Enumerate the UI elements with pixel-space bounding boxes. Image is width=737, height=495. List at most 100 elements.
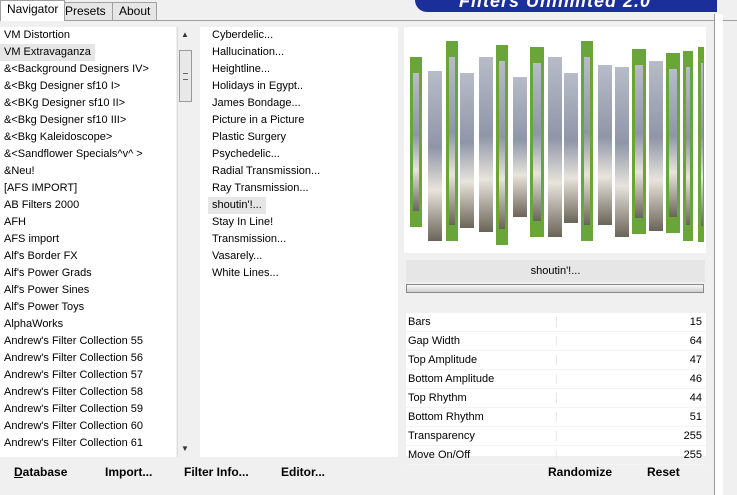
tab-about[interactable]: About [112, 2, 158, 20]
preview-bar [479, 57, 493, 232]
category-item[interactable]: VM Distortion [0, 27, 176, 44]
database-button[interactable]: Database [14, 463, 67, 481]
filter-row: James Bondage... [200, 95, 398, 112]
category-row: &<Bkg Designer sf10 III> [0, 112, 176, 129]
tab-bar: Navigator Presets About Filters Unlimite… [0, 0, 737, 21]
filter-item[interactable]: Plastic Surgery [200, 129, 398, 146]
category-list[interactable]: VM Distortion VM Extravaganza &<Background… [0, 27, 176, 457]
parameter-label: Bottom Amplitude [408, 373, 495, 385]
category-item[interactable]: Andrew's Filter Collection 56 [0, 350, 176, 367]
filter-item[interactable]: Ray Transmission... [200, 180, 398, 197]
parameter-slider-tick [556, 374, 557, 384]
reset-button[interactable]: Reset [647, 463, 680, 481]
filter-row: Psychedelic... [200, 146, 398, 163]
editor-button[interactable]: Editor... [281, 463, 325, 481]
category-row: VM Distortion [0, 27, 176, 44]
category-item[interactable]: &Neu! [0, 163, 176, 180]
parameter-value[interactable]: 44 [690, 389, 702, 407]
filter-row: shoutin'!... [200, 197, 398, 214]
filter-item[interactable]: Holidays in Egypt.. [200, 78, 398, 95]
import-button[interactable]: Import... [105, 463, 152, 481]
filter-row: White Lines... [200, 265, 398, 282]
filter-item[interactable]: Psychedelic... [200, 146, 398, 163]
filter-item[interactable]: Transmission... [200, 231, 398, 248]
category-item[interactable]: Andrew's Filter Collection 57 [0, 367, 176, 384]
progress-bar [406, 284, 704, 293]
tab-navigator[interactable]: Navigator [0, 0, 66, 21]
category-item[interactable]: Andrew's Filter Collection 58 [0, 384, 176, 401]
category-item[interactable]: Andrew's Filter Collection 59 [0, 401, 176, 418]
parameter-label: Bars [408, 316, 431, 328]
category-item[interactable]: Alf's Border FX [0, 248, 176, 265]
parameter-row[interactable]: Bars 15 [406, 313, 706, 332]
filter-item[interactable]: Hallucination... [200, 44, 398, 61]
filter-item[interactable]: James Bondage... [200, 95, 398, 112]
preview-bar [513, 77, 527, 217]
category-item[interactable]: Alf's Power Sines [0, 282, 176, 299]
parameter-row[interactable]: Bottom Amplitude 46 [406, 370, 706, 389]
scroll-down-arrow-icon[interactable]: ▼ [181, 444, 189, 453]
preview-bar-image [533, 63, 541, 221]
filter-row: Plastic Surgery [200, 129, 398, 146]
filter-list[interactable]: Cyberdelic... Hallucination... Heightline.… [200, 27, 398, 457]
filter-item[interactable]: Cyberdelic... [200, 27, 398, 44]
scroll-up-arrow-icon[interactable]: ▲ [181, 30, 189, 39]
parameter-value[interactable]: 15 [690, 313, 702, 331]
category-item[interactable]: [AFS IMPORT] [0, 180, 176, 197]
category-item[interactable]: &<Bkg Designer sf10 I> [0, 78, 176, 95]
parameter-value[interactable]: 64 [690, 332, 702, 350]
category-item[interactable]: Alf's Power Grads [0, 265, 176, 282]
filter-item[interactable]: Heightline... [200, 61, 398, 78]
category-item[interactable]: &<Bkg Designer sf10 III> [0, 112, 176, 129]
database-label: atabase [22, 465, 68, 479]
category-item[interactable]: Alf's Power Toys [0, 299, 176, 316]
category-item[interactable]: Andrew's Filter Collection 55 [0, 333, 176, 350]
category-item[interactable]: Andrew's Filter Collection 61 [0, 435, 176, 452]
preview-bar [615, 67, 629, 237]
category-item[interactable]: VM Extravaganza [0, 44, 95, 61]
parameter-value[interactable]: 255 [684, 427, 702, 445]
category-item[interactable]: AFH [0, 214, 176, 231]
parameter-slider-tick [556, 412, 557, 422]
parameter-value[interactable]: 51 [690, 408, 702, 426]
category-row: Alf's Power Grads [0, 265, 176, 282]
parameter-value[interactable]: 47 [690, 351, 702, 369]
category-row: &<Bkg Designer sf10 I> [0, 78, 176, 95]
parameter-row[interactable]: Bottom Rhythm 51 [406, 408, 706, 427]
preview-bar [649, 61, 663, 231]
category-item[interactable]: AB Filters 2000 [0, 197, 176, 214]
progress-fill [407, 285, 703, 292]
category-item[interactable]: AlphaWorks [0, 316, 176, 333]
parameter-value[interactable]: 255 [684, 446, 702, 464]
filter-item[interactable]: Picture in a Picture [200, 112, 398, 129]
parameter-row[interactable]: Top Rhythm 44 [406, 389, 706, 408]
category-item[interactable]: AFS import [0, 231, 176, 248]
preview-bar [428, 71, 442, 241]
category-item[interactable]: &<Sandflower Specials^v^ > [0, 146, 176, 163]
parameter-label: Transparency [408, 430, 475, 442]
filter-item[interactable]: Vasarely... [200, 248, 398, 265]
filter-item[interactable]: Radial Transmission... [200, 163, 398, 180]
category-item[interactable]: Andrew's Filter Collection 60 [0, 418, 176, 435]
category-row: AFH [0, 214, 176, 231]
category-item[interactable]: &<Bkg Kaleidoscope> [0, 129, 176, 146]
category-item[interactable]: &<BKg Designer sf10 II> [0, 95, 176, 112]
preview-bar-image [701, 63, 703, 226]
filter-item[interactable]: White Lines... [200, 265, 398, 282]
category-scrollbar[interactable]: ▲ ▼ [177, 27, 194, 457]
filter-row: Holidays in Egypt.. [200, 78, 398, 95]
parameter-row[interactable]: Gap Width 64 [406, 332, 706, 351]
parameter-row[interactable]: Transparency 255 [406, 427, 706, 446]
parameter-value[interactable]: 46 [690, 370, 702, 388]
parameter-slider-tick [556, 336, 557, 346]
category-row: Alf's Power Sines [0, 282, 176, 299]
preview-bar [564, 73, 578, 223]
filter-info-button[interactable]: Filter Info... [184, 463, 249, 481]
tab-presets[interactable]: Presets [58, 2, 113, 20]
parameter-row[interactable]: Top Amplitude 47 [406, 351, 706, 370]
category-item[interactable]: &<Background Designers IV> [0, 61, 176, 78]
randomize-button[interactable]: Randomize [548, 463, 612, 481]
filter-item[interactable]: shoutin'!... [208, 197, 266, 214]
filter-item[interactable]: Stay In Line! [200, 214, 398, 231]
scrollbar-thumb[interactable] [179, 50, 192, 102]
